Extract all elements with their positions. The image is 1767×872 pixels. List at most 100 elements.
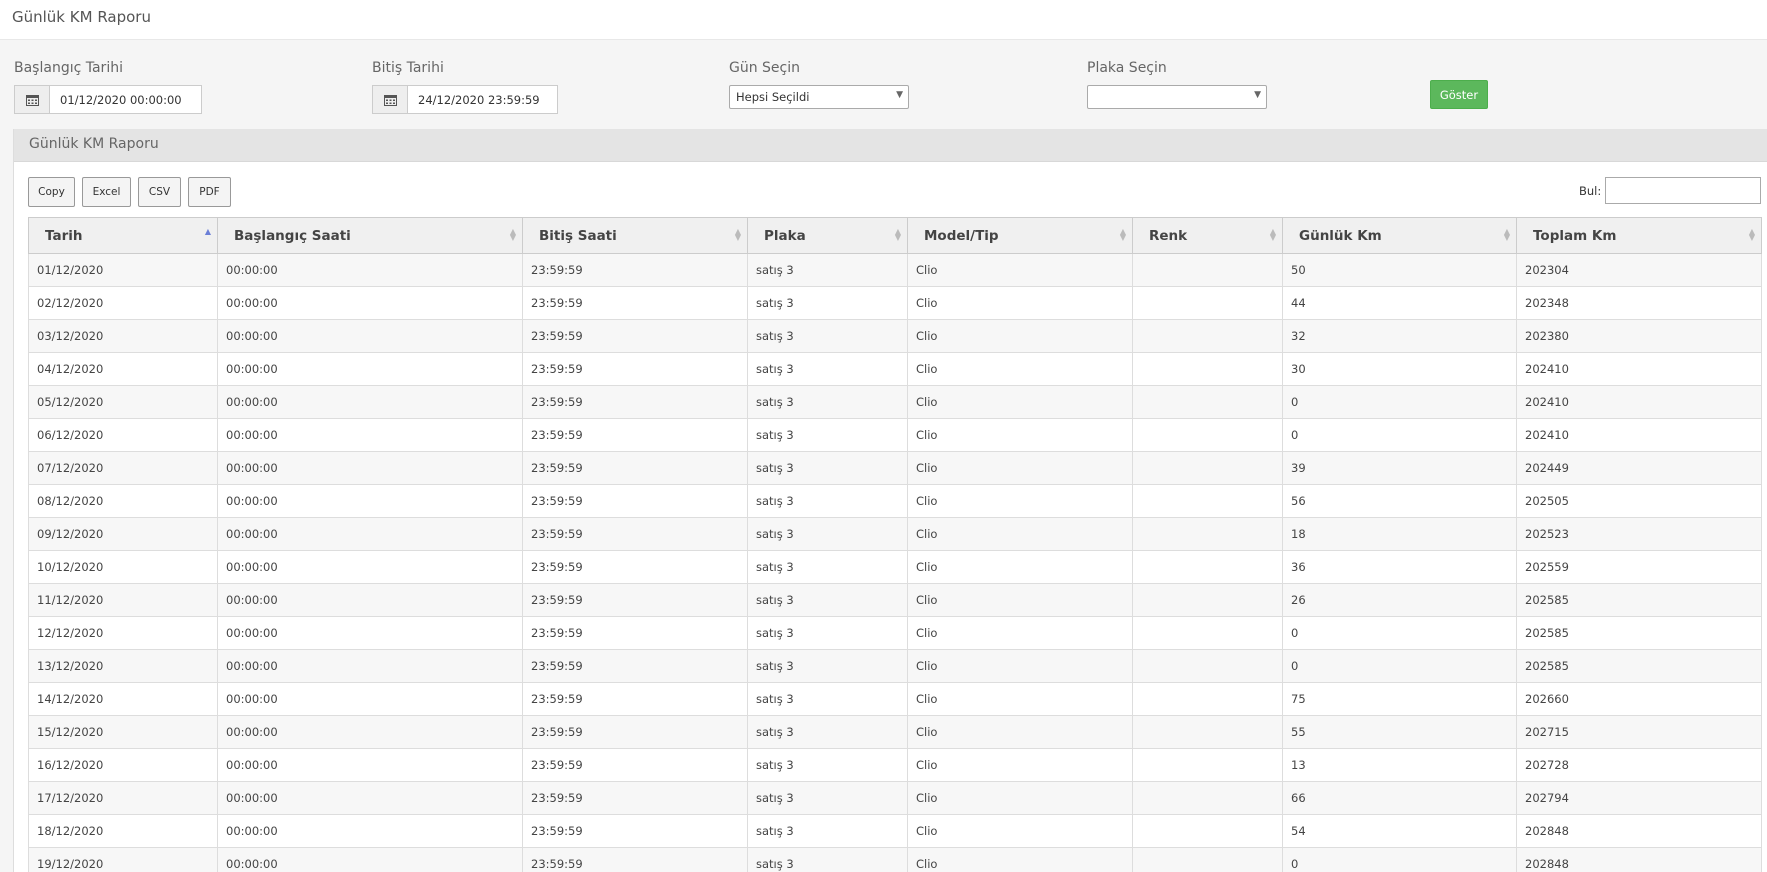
cell-date: 08/12/2020	[28, 484, 218, 518]
cell-total-km: 202410	[1516, 385, 1762, 419]
cell-color	[1132, 286, 1283, 320]
cell-total-km: 202410	[1516, 352, 1762, 386]
cell-total-km: 202559	[1516, 550, 1762, 584]
end-date-field[interactable]: 24/12/2020 23:59:59	[372, 85, 558, 114]
table-row[interactable]: 14/12/2020 00:00:00 23:59:59 satış 3 Clio 75 2…	[28, 682, 1762, 716]
excel-button[interactable]: Excel	[82, 177, 131, 207]
cell-daily-km: 44	[1282, 286, 1517, 320]
csv-button[interactable]: CSV	[138, 177, 181, 207]
column-header-toplam-km[interactable]: Toplam Km ▲ ▼	[1516, 217, 1762, 254]
cell-model: Clio	[907, 385, 1133, 419]
column-header-gunluk-km[interactable]: Günlük Km ▲ ▼	[1282, 217, 1517, 254]
cell-date: 11/12/2020	[28, 583, 218, 617]
cell-total-km: 202660	[1516, 682, 1762, 716]
cell-model: Clio	[907, 715, 1133, 749]
cell-date: 19/12/2020	[28, 847, 218, 872]
day-select[interactable]: Hepsi Seçildi ▼	[729, 85, 909, 109]
cell-plate: satış 3	[747, 352, 908, 386]
cell-model: Clio	[907, 583, 1133, 617]
cell-model: Clio	[907, 484, 1133, 518]
table-row[interactable]: 07/12/2020 00:00:00 23:59:59 satış 3 Clio 39 2…	[28, 451, 1762, 485]
cell-model: Clio	[907, 451, 1133, 485]
chevron-down-icon: ▼	[1254, 90, 1261, 100]
copy-button[interactable]: Copy	[28, 177, 75, 207]
cell-start-time: 00:00:00	[217, 847, 523, 872]
pdf-button[interactable]: PDF	[188, 177, 231, 207]
cell-color	[1132, 583, 1283, 617]
search-input[interactable]	[1605, 177, 1761, 204]
table-row[interactable]: 19/12/2020 00:00:00 23:59:59 satış 3 Clio 0 20…	[28, 847, 1762, 872]
cell-start-time: 00:00:00	[217, 550, 523, 584]
cell-plate: satış 3	[747, 682, 908, 716]
table-row[interactable]: 09/12/2020 00:00:00 23:59:59 satış 3 Clio 18 2…	[28, 517, 1762, 551]
table-row[interactable]: 13/12/2020 00:00:00 23:59:59 satış 3 Clio 0 20…	[28, 649, 1762, 683]
cell-model: Clio	[907, 781, 1133, 815]
table-row[interactable]: 18/12/2020 00:00:00 23:59:59 satış 3 Clio 54 2…	[28, 814, 1762, 848]
table-row[interactable]: 03/12/2020 00:00:00 23:59:59 satış 3 Clio 32 2…	[28, 319, 1762, 353]
cell-plate: satış 3	[747, 814, 908, 848]
cell-date: 03/12/2020	[28, 319, 218, 353]
cell-daily-km: 0	[1282, 418, 1517, 452]
cell-start-time: 00:00:00	[217, 352, 523, 386]
cell-date: 13/12/2020	[28, 649, 218, 683]
cell-total-km: 202449	[1516, 451, 1762, 485]
cell-daily-km: 0	[1282, 616, 1517, 650]
cell-start-time: 00:00:00	[217, 451, 523, 485]
cell-plate: satış 3	[747, 583, 908, 617]
show-button[interactable]: Göster	[1430, 80, 1488, 109]
column-header-bitis-saati[interactable]: Bitiş Saati ▲ ▼	[522, 217, 748, 254]
cell-total-km: 202848	[1516, 814, 1762, 848]
cell-start-time: 00:00:00	[217, 814, 523, 848]
cell-color	[1132, 781, 1283, 815]
column-header-tarih[interactable]: Tarih ▲	[28, 217, 218, 254]
sort-icon: ▲ ▼	[1269, 227, 1276, 242]
cell-end-time: 23:59:59	[522, 583, 748, 617]
column-header-renk[interactable]: Renk ▲ ▼	[1132, 217, 1283, 254]
column-header-model-tip[interactable]: Model/Tip ▲ ▼	[907, 217, 1133, 254]
cell-start-time: 00:00:00	[217, 616, 523, 650]
page-title: Günlük KM Raporu	[12, 8, 151, 26]
sort-asc-icon: ▲	[204, 227, 211, 236]
cell-start-time: 00:00:00	[217, 748, 523, 782]
table-row[interactable]: 17/12/2020 00:00:00 23:59:59 satış 3 Clio 66 2…	[28, 781, 1762, 815]
cell-date: 12/12/2020	[28, 616, 218, 650]
table-row[interactable]: 15/12/2020 00:00:00 23:59:59 satış 3 Clio 55 2…	[28, 715, 1762, 749]
table-row[interactable]: 11/12/2020 00:00:00 23:59:59 satış 3 Clio 26 2…	[28, 583, 1762, 617]
cell-model: Clio	[907, 682, 1133, 716]
cell-total-km: 202728	[1516, 748, 1762, 782]
column-header-baslangic-saati[interactable]: Başlangıç Saati ▲ ▼	[217, 217, 523, 254]
cell-start-time: 00:00:00	[217, 418, 523, 452]
cell-daily-km: 0	[1282, 385, 1517, 419]
cell-end-time: 23:59:59	[522, 352, 748, 386]
cell-model: Clio	[907, 253, 1133, 287]
table-row[interactable]: 05/12/2020 00:00:00 23:59:59 satış 3 Clio 0 20…	[28, 385, 1762, 419]
cell-daily-km: 13	[1282, 748, 1517, 782]
cell-daily-km: 54	[1282, 814, 1517, 848]
cell-start-time: 00:00:00	[217, 385, 523, 419]
table-row[interactable]: 08/12/2020 00:00:00 23:59:59 satış 3 Clio 56 2…	[28, 484, 1762, 518]
calendar-icon[interactable]	[15, 86, 50, 113]
plate-select[interactable]: ▼	[1087, 85, 1267, 109]
cell-start-time: 00:00:00	[217, 253, 523, 287]
table-row[interactable]: 12/12/2020 00:00:00 23:59:59 satış 3 Clio 0 20…	[28, 616, 1762, 650]
table-row[interactable]: 04/12/2020 00:00:00 23:59:59 satış 3 Clio 30 2…	[28, 352, 1762, 386]
table-row[interactable]: 16/12/2020 00:00:00 23:59:59 satış 3 Clio 13 2…	[28, 748, 1762, 782]
cell-start-time: 00:00:00	[217, 682, 523, 716]
start-date-field[interactable]: 01/12/2020 00:00:00	[14, 85, 202, 114]
column-header-plaka[interactable]: Plaka ▲ ▼	[747, 217, 908, 254]
cell-model: Clio	[907, 649, 1133, 683]
sort-icon: ▲ ▼	[734, 227, 741, 242]
sort-icon: ▲ ▼	[1748, 227, 1755, 242]
end-date-input[interactable]: 24/12/2020 23:59:59	[408, 86, 557, 113]
table-row[interactable]: 02/12/2020 00:00:00 23:59:59 satış 3 Clio 44 2…	[28, 286, 1762, 320]
cell-model: Clio	[907, 748, 1133, 782]
table-row[interactable]: 10/12/2020 00:00:00 23:59:59 satış 3 Clio 36 2…	[28, 550, 1762, 584]
table-row[interactable]: 06/12/2020 00:00:00 23:59:59 satış 3 Clio 0 20…	[28, 418, 1762, 452]
cell-start-time: 00:00:00	[217, 649, 523, 683]
table-row[interactable]: 01/12/2020 00:00:00 23:59:59 satış 3 Clio 50 2…	[28, 253, 1762, 287]
cell-daily-km: 66	[1282, 781, 1517, 815]
cell-color	[1132, 847, 1283, 872]
start-date-input[interactable]: 01/12/2020 00:00:00	[50, 86, 201, 113]
cell-color	[1132, 484, 1283, 518]
calendar-icon[interactable]	[373, 86, 408, 113]
